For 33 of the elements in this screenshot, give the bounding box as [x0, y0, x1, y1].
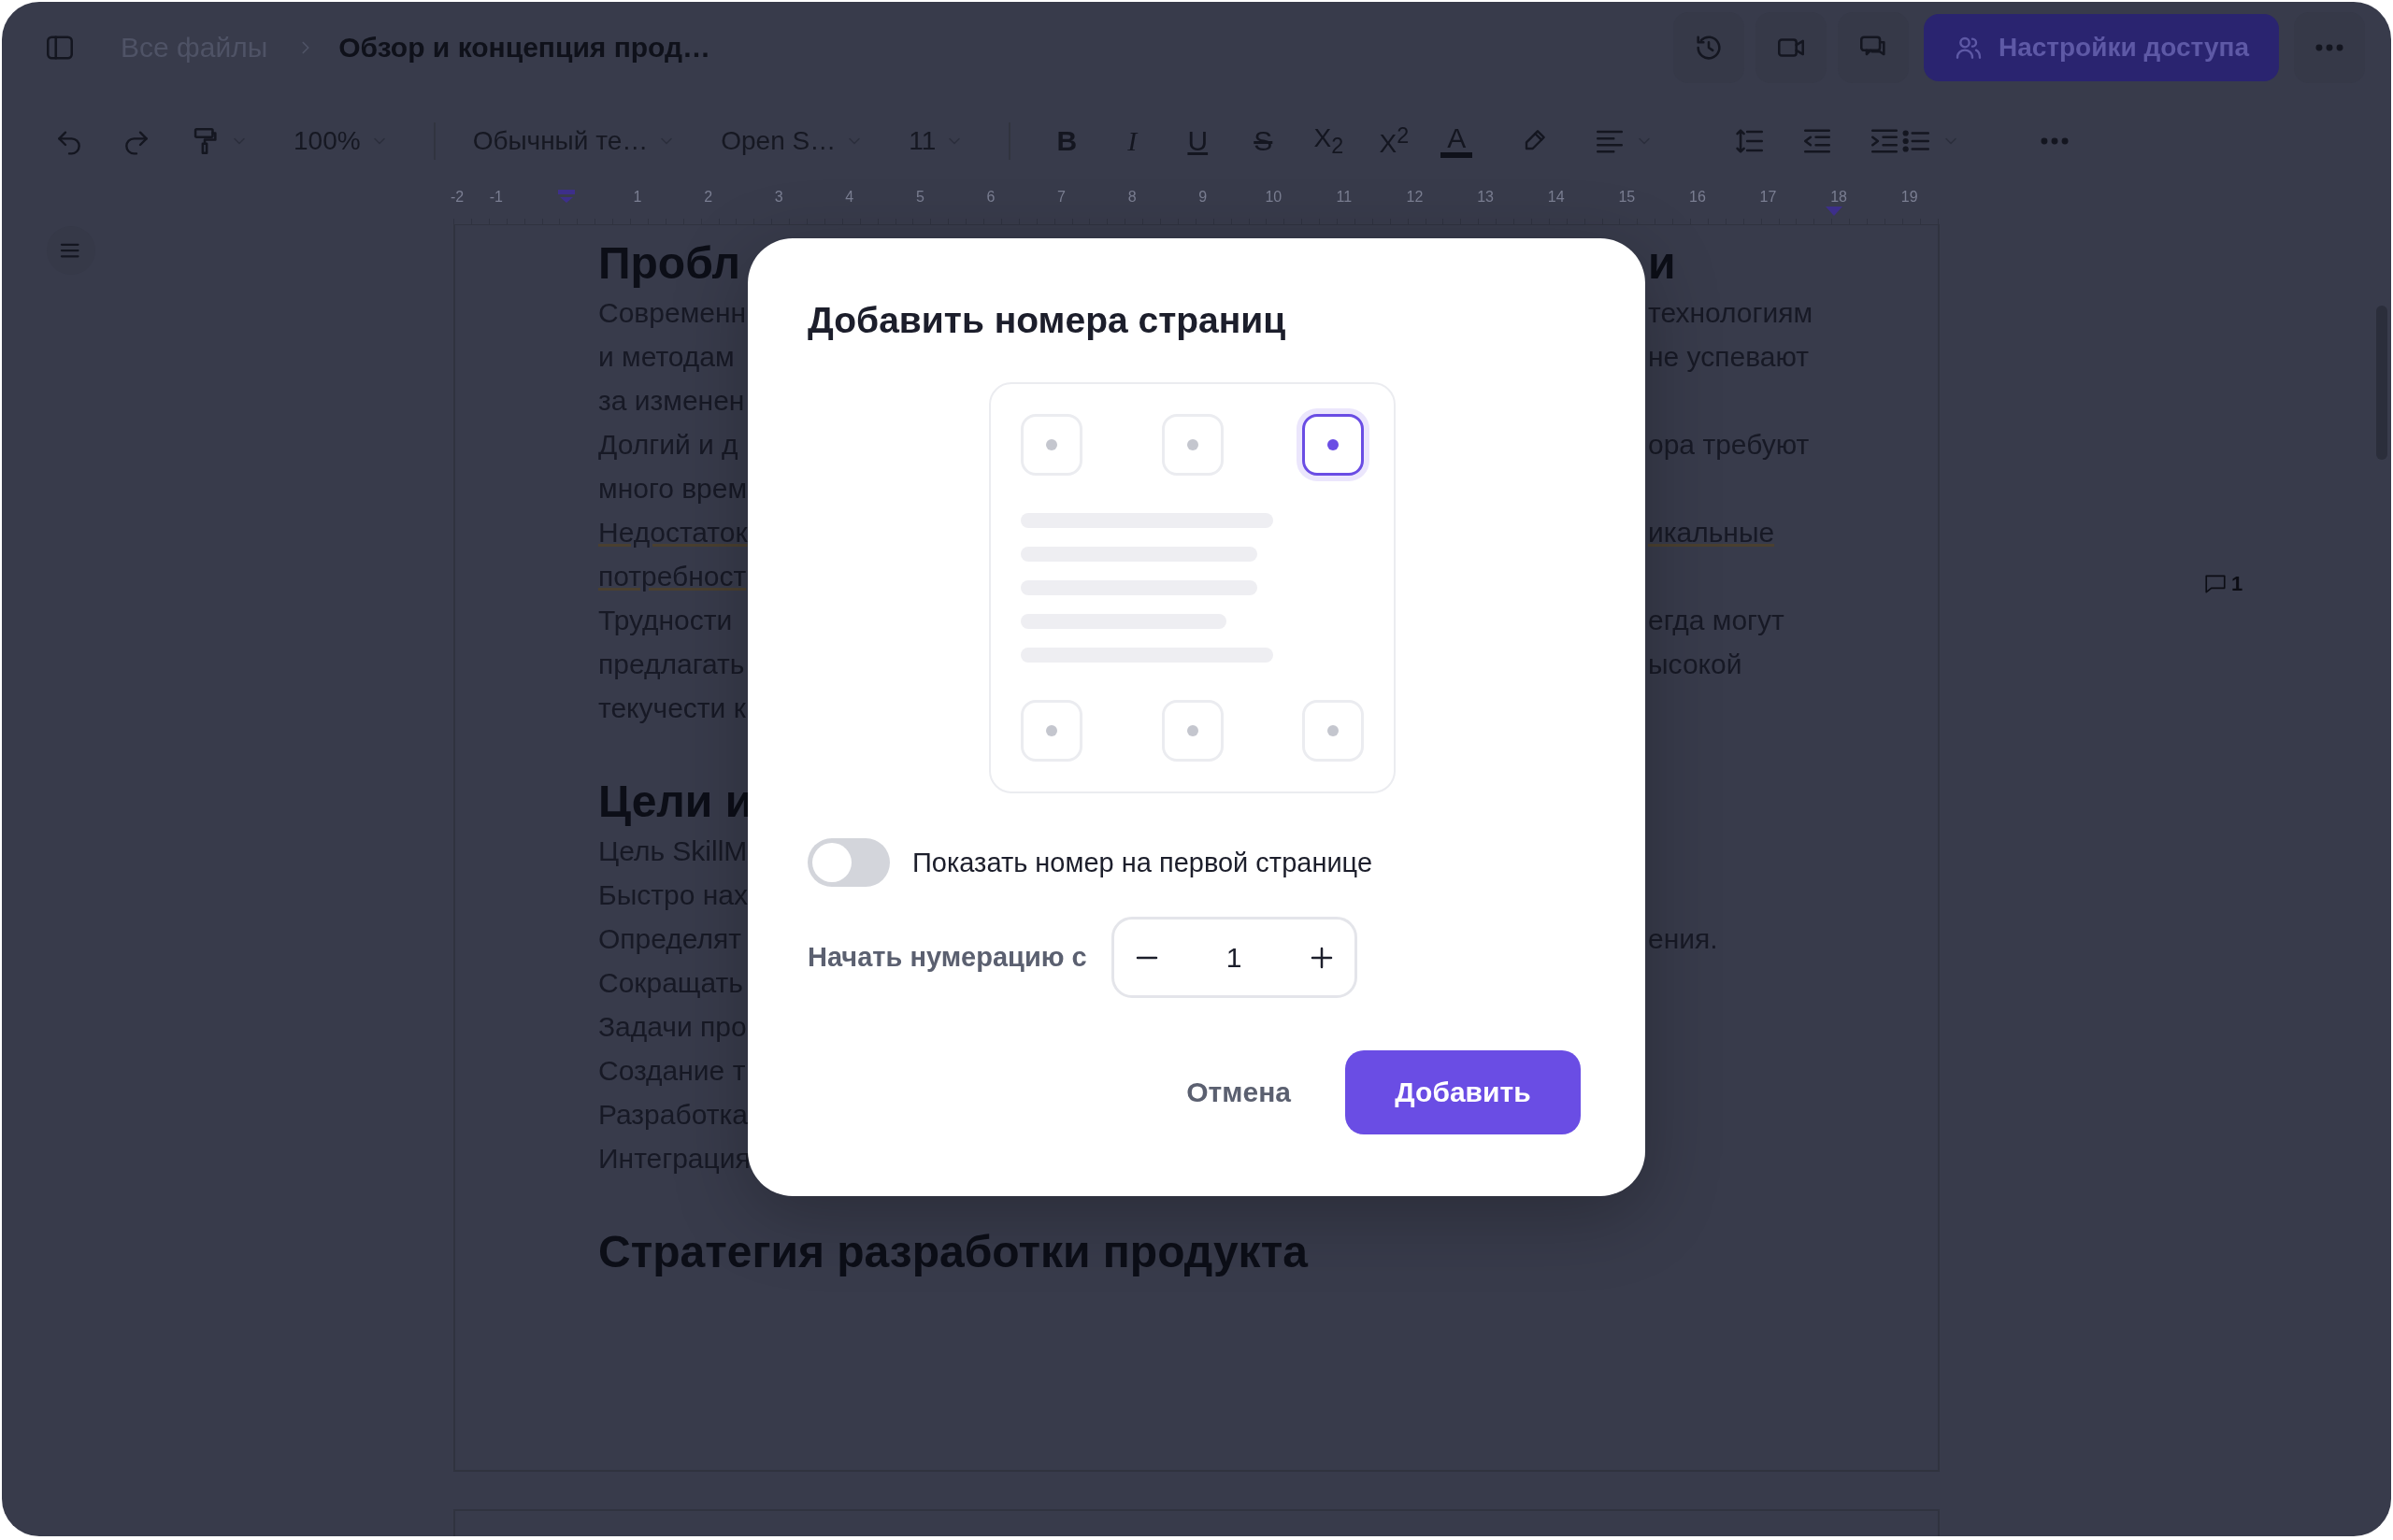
- ruler-label: 2: [704, 189, 713, 206]
- ruler-label: 15: [1618, 189, 1636, 206]
- number-stepper[interactable]: 1: [1111, 917, 1357, 998]
- ruler-label: 13: [1477, 189, 1494, 206]
- cancel-button[interactable]: Отмена: [1158, 1058, 1319, 1127]
- ruler-label: -1: [489, 189, 503, 206]
- ruler-label: 14: [1547, 189, 1565, 206]
- ruler-label: 4: [845, 189, 854, 206]
- more-icon: [2315, 44, 2343, 51]
- right-margin-marker-icon[interactable]: [1825, 206, 1843, 217]
- more-icon[interactable]: [2041, 137, 2070, 145]
- ruler-label: 8: [1127, 189, 1137, 206]
- ruler-label: 17: [1759, 189, 1777, 206]
- ruler-label: 10: [1265, 189, 1282, 206]
- ruler-label: -2: [450, 189, 465, 206]
- ruler-label: 12: [1406, 189, 1424, 206]
- ruler-label: 9: [1198, 189, 1208, 206]
- dialog-title: Добавить номера страниц: [808, 299, 1287, 342]
- toggle-label: Показать номер на первой странице: [912, 847, 1373, 878]
- ruler-label: 16: [1689, 189, 1706, 206]
- ruler-label: 19: [1900, 189, 1918, 206]
- ruler-label: 6: [986, 189, 996, 206]
- ruler-label: 11: [1336, 189, 1353, 206]
- ruler-label: 18: [1830, 189, 1847, 206]
- ruler-label: 7: [1057, 189, 1066, 206]
- start-number-label: Начать нумерацию с: [808, 942, 1087, 973]
- ruler-label: 1: [633, 189, 642, 206]
- ruler-label: 5: [915, 189, 924, 206]
- stepper-value: 1: [1225, 941, 1242, 974]
- indent-marker-icon[interactable]: [557, 189, 577, 204]
- toggle-switch[interactable]: [808, 838, 890, 887]
- add-button[interactable]: Добавить: [1345, 1050, 1581, 1134]
- ruler-label: 3: [774, 189, 783, 206]
